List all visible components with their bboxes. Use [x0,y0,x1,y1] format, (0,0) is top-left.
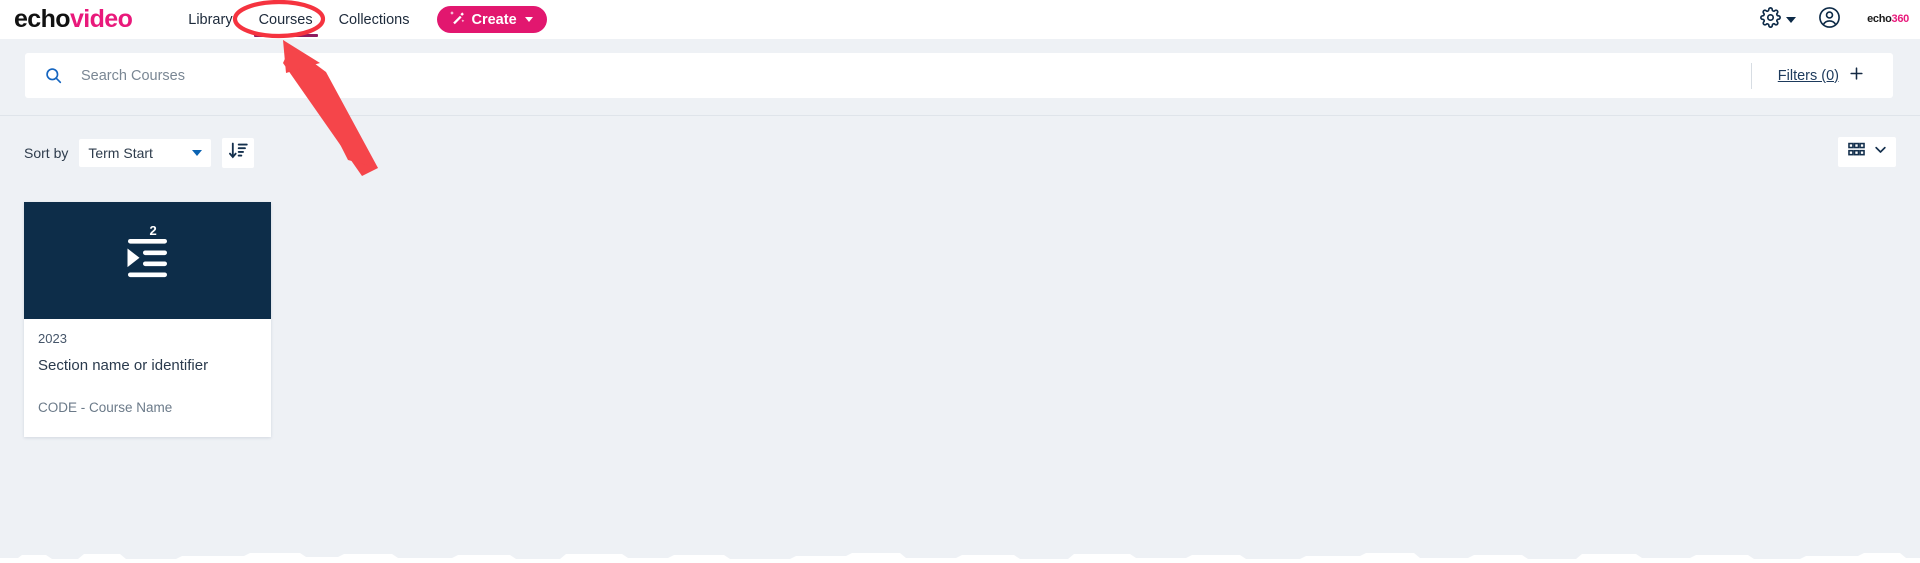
search-bar: Filters (0) [25,53,1893,98]
chevron-down-icon [1873,142,1888,162]
playlist-play-icon [116,232,179,290]
app-header: echovideo Library Courses Collections Cr… [0,0,1920,39]
nav-item-collections[interactable]: Collections [326,0,423,39]
course-year: 2023 [38,331,67,346]
logo-echo-text: echo [14,5,71,33]
nav-item-collections-label: Collections [338,11,410,28]
gear-icon [1760,6,1781,33]
user-account-button[interactable] [1818,6,1841,34]
nav-item-library[interactable]: Library [175,0,245,39]
nav-item-courses[interactable]: Courses [246,0,326,39]
chevron-down-icon [1786,16,1797,23]
sort-direction-button[interactable] [222,138,255,168]
plus-icon [1848,65,1865,87]
echo360-logo-360: 360 [1891,13,1910,25]
sort-controls: Sort by Term Start [24,138,255,168]
search-input[interactable] [81,53,1751,98]
search-band: Filters (0) [0,39,1920,115]
chevron-down-icon [192,150,203,156]
view-mode-toggle[interactable] [1838,137,1896,167]
header-right-actions: echo360 [1760,0,1920,39]
logo-video-text: video [69,5,133,33]
echo360-logo-echo: echo [1867,13,1892,25]
course-thumbnail: 2 [24,202,271,319]
course-code-name: CODE - Course Name [38,400,173,415]
settings-menu-button[interactable] [1760,6,1797,33]
sort-by-selected-value: Term Start [88,145,153,161]
search-icon [25,66,81,85]
sort-toolbar: Sort by Term Start [0,116,1920,190]
course-card[interactable]: 2 2023 Section name or identifier CODE -… [24,202,271,437]
create-button-label: Create [471,11,517,28]
main-navigation: Library Courses Collections [175,0,422,39]
sort-by-select[interactable]: Term Start [79,139,212,167]
magic-wand-icon [449,9,466,30]
nav-item-library-label: Library [188,11,233,28]
echo360-logo: echo360 [1867,14,1909,25]
course-item-count: 2 [149,223,157,238]
filters-label: Filters (0) [1777,67,1839,84]
filters-divider [1750,62,1752,89]
chevron-down-icon [524,17,533,22]
grid-view-icon [1847,140,1866,164]
torn-bottom-edge [0,553,1920,563]
create-button[interactable]: Create [436,6,547,33]
sort-by-label: Sort by [24,145,69,161]
course-grid: 2 2023 Section name or identifier CODE -… [24,202,271,437]
sort-descending-icon [228,140,249,166]
filters-button[interactable]: Filters (0) [1778,65,1865,87]
echovideo-logo[interactable]: echovideo [14,5,133,33]
user-avatar-icon [1818,6,1841,34]
course-section-name: Section name or identifier [38,357,209,374]
nav-item-courses-label: Courses [258,11,313,28]
page-root: echovideo Library Courses Collections Cr… [0,0,1920,563]
